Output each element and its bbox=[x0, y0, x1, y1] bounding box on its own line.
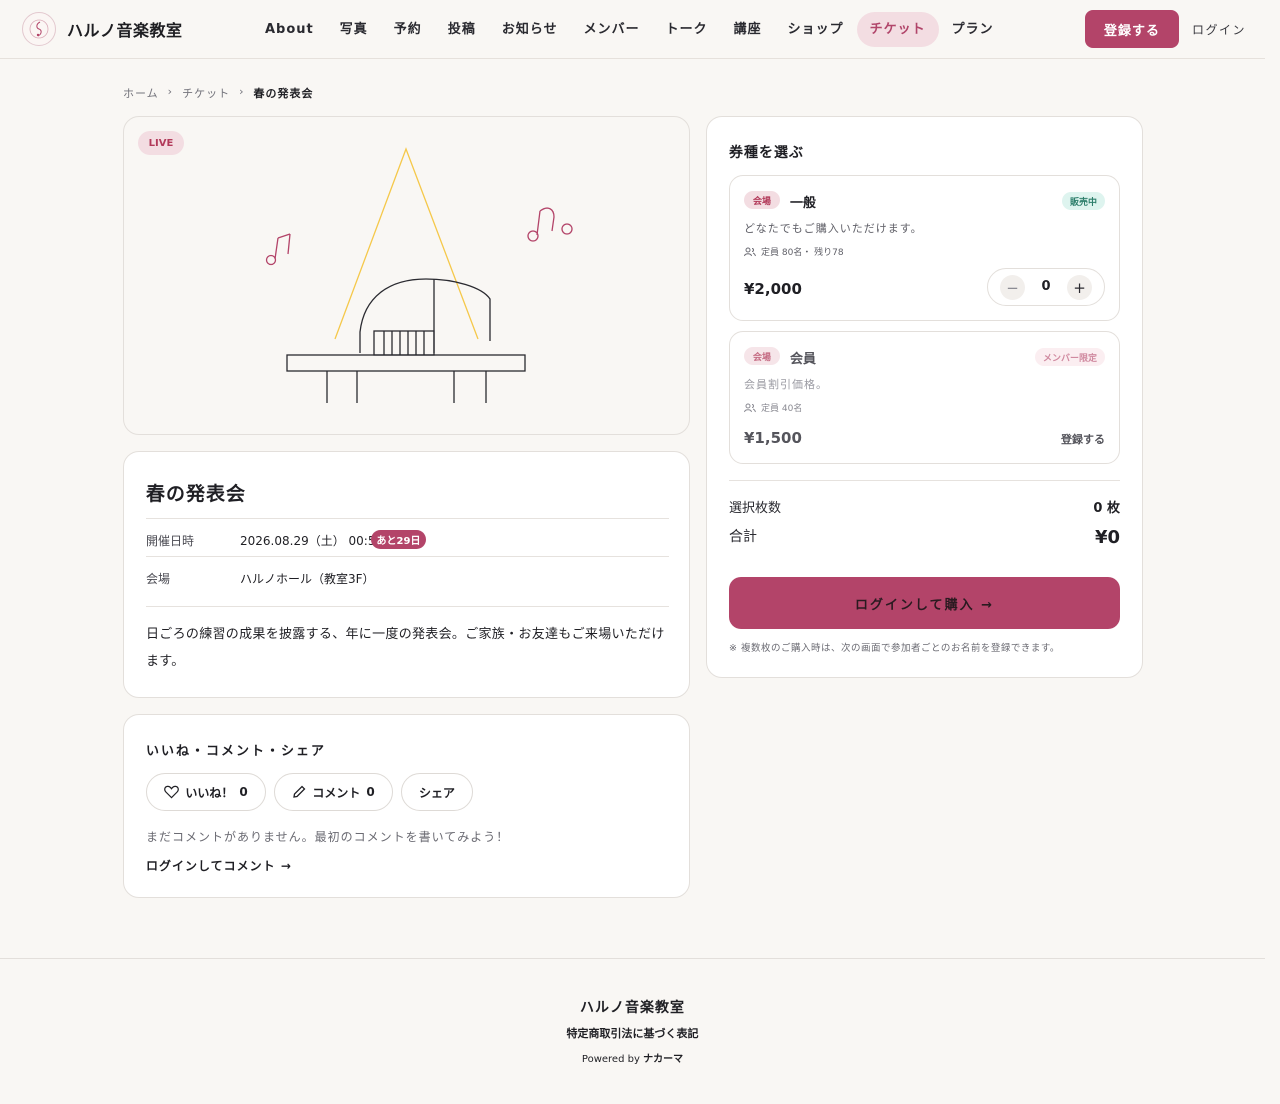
ticket-description: 会員割引価格。 bbox=[744, 378, 828, 391]
increment-button[interactable]: + bbox=[1067, 275, 1092, 300]
main-nav: About 写真 予約 投稿 お知らせ メンバー トーク 講座 ショップ チケッ… bbox=[252, 12, 1007, 47]
register-button[interactable]: 登録する bbox=[1085, 10, 1179, 48]
nav-tickets[interactable]: チケット bbox=[856, 12, 939, 47]
breadcrumb-current: 春の発表会 bbox=[253, 87, 314, 100]
event-detail-card: 春の発表会 開催日時 2026.08.29（土） 00:51 あと29日 会場 … bbox=[123, 451, 690, 698]
divider bbox=[729, 480, 1120, 481]
date-label: 開催日時 bbox=[146, 534, 195, 548]
powered-by-brand[interactable]: ナカーマ bbox=[643, 1054, 683, 1065]
selected-count-label: 選択枚数 bbox=[729, 501, 782, 516]
ticket-price: ¥1,500 bbox=[744, 429, 802, 447]
date-value: 2026.08.29（土） 00:51 bbox=[240, 534, 384, 548]
footer-brand: ハルノ音楽教室 bbox=[580, 1000, 685, 1016]
nav-posts[interactable]: 投稿 bbox=[435, 12, 489, 47]
social-title: いいね・コメント・シェア bbox=[146, 744, 327, 759]
people-icon bbox=[744, 247, 756, 256]
comment-button[interactable]: コメント 0 bbox=[274, 773, 393, 811]
ticket-panel-title: 券種を選ぶ bbox=[729, 145, 804, 161]
member-register-link[interactable]: 登録する bbox=[1061, 431, 1105, 447]
selected-count-value: 0 枚 bbox=[1093, 501, 1120, 516]
nav-talk[interactable]: トーク bbox=[653, 12, 721, 47]
venue-value: ハルノホール（教室3F） bbox=[240, 572, 375, 586]
divider bbox=[146, 556, 669, 557]
breadcrumb-home[interactable]: ホーム bbox=[123, 85, 159, 101]
ticket-price: ¥2,000 bbox=[744, 280, 802, 298]
ticket-capacity: 定員 40名 bbox=[744, 401, 802, 414]
ticket-panel: 券種を選ぶ 会場 一般 販売中 どなたでもご購入いただけます。 定員 80名・ … bbox=[706, 116, 1143, 678]
ticket-option-general: 会場 一般 販売中 どなたでもご購入いただけます。 定員 80名・ 残り78 ¥… bbox=[729, 175, 1120, 321]
login-link[interactable]: ログイン bbox=[1192, 21, 1246, 38]
ticket-option-member: 会場 会員 メンバー限定 会員割引価格。 定員 40名 ¥1,500 登録する bbox=[729, 331, 1120, 464]
nav-news[interactable]: お知らせ bbox=[489, 12, 571, 47]
capacity-text: 定員 40名 bbox=[761, 404, 803, 414]
status-badge: 販売中 bbox=[1061, 192, 1105, 210]
like-count: 0 bbox=[239, 785, 248, 799]
venue-badge: 会場 bbox=[744, 347, 780, 365]
capacity-text: 定員 80名・ 残り78 bbox=[761, 248, 844, 258]
nav-photos[interactable]: 写真 bbox=[327, 12, 381, 47]
ticket-description: どなたでもご購入いただけます。 bbox=[744, 222, 923, 235]
pencil-icon bbox=[293, 785, 306, 798]
comment-label: コメント bbox=[312, 785, 361, 800]
breadcrumb-tickets[interactable]: チケット bbox=[182, 85, 230, 101]
brand-name: ハルノ音楽教室 bbox=[67, 21, 183, 40]
breadcrumb: ホーム › チケット › 春の発表会 bbox=[123, 85, 313, 101]
login-to-comment-link[interactable]: ログインしてコメント → bbox=[146, 857, 292, 874]
ticket-name: 会員 bbox=[790, 352, 817, 367]
divider bbox=[146, 518, 669, 519]
piano-stage-illustration bbox=[265, 147, 573, 403]
days-left-badge: あと29日 bbox=[371, 530, 426, 549]
total-label: 合計 bbox=[729, 529, 757, 545]
empty-comments-text: まだコメントがありません。最初のコメントを書いてみよう！ bbox=[146, 830, 510, 844]
footer-divider bbox=[0, 958, 1265, 959]
ticket-capacity: 定員 80名・ 残り78 bbox=[744, 245, 844, 258]
event-hero-image: LIVE bbox=[123, 116, 690, 435]
nav-courses[interactable]: 講座 bbox=[721, 12, 775, 47]
login-to-purchase-button[interactable]: ログインして購入 → bbox=[729, 577, 1120, 629]
social-card: いいね・コメント・シェア いいね！ 0 コメント 0 シェア まだコメントがあり… bbox=[123, 714, 690, 898]
ticket-name: 一般 bbox=[790, 196, 817, 211]
venue-label: 会場 bbox=[146, 572, 171, 586]
breadcrumb-separator: › bbox=[239, 85, 245, 98]
event-description: 日ごろの練習の成果を披露する、年に一度の発表会。ご家族・お友達もご来場いただけま… bbox=[146, 627, 665, 669]
site-header: ハルノ音楽教室 About 写真 予約 投稿 お知らせ メンバー トーク 講座 … bbox=[0, 0, 1265, 59]
nav-plans[interactable]: プラン bbox=[939, 12, 1007, 47]
nav-reservations[interactable]: 予約 bbox=[381, 12, 435, 47]
heart-icon bbox=[164, 785, 180, 799]
people-icon bbox=[744, 403, 756, 412]
powered-by: Powered by ナカーマ bbox=[0, 1050, 1265, 1065]
venue-badge: 会場 bbox=[744, 191, 780, 209]
quantity-stepper: − 0 + bbox=[987, 268, 1105, 306]
breadcrumb-separator: › bbox=[167, 85, 174, 98]
comment-count: 0 bbox=[366, 785, 375, 799]
like-button[interactable]: いいね！ 0 bbox=[146, 773, 266, 811]
powered-by-prefix: Powered by bbox=[581, 1054, 640, 1065]
nav-shop[interactable]: ショップ bbox=[775, 12, 857, 47]
page-scrollbar[interactable] bbox=[1265, 0, 1280, 1104]
event-title: 春の発表会 bbox=[146, 483, 247, 505]
divider bbox=[146, 606, 669, 607]
purchase-note: ※ 複数枚のご購入時は、次の画面で参加者ごとのお名前を登録できます。 bbox=[729, 643, 1060, 654]
total-value: ¥0 bbox=[1094, 527, 1120, 548]
share-label: シェア bbox=[418, 785, 455, 800]
logo-icon bbox=[22, 12, 56, 46]
brand-logo-link[interactable]: ハルノ音楽教室 bbox=[22, 12, 183, 46]
nav-members[interactable]: メンバー bbox=[571, 12, 653, 47]
like-label: いいね！ bbox=[185, 785, 234, 800]
commerce-law-link[interactable]: 特定商取引法に基づく表記 bbox=[0, 1025, 1265, 1041]
status-badge: メンバー限定 bbox=[1034, 348, 1105, 366]
nav-about[interactable]: About bbox=[252, 12, 327, 47]
share-button[interactable]: シェア bbox=[401, 773, 473, 811]
